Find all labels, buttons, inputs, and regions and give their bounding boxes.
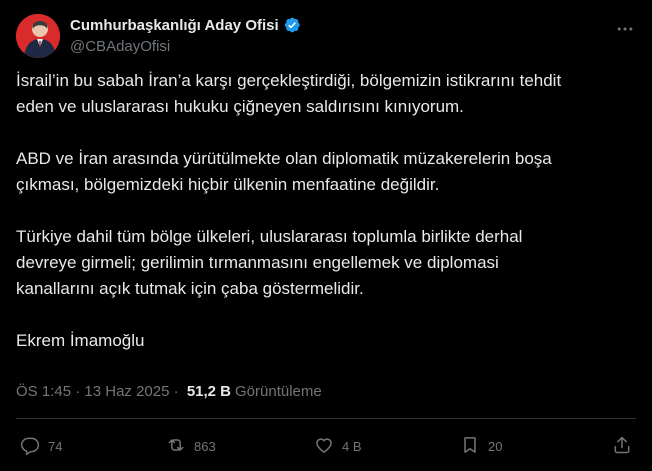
tweet-paragraph: İsrail’in bu sabah İran’a karşı gerçekle… bbox=[16, 71, 562, 116]
bookmark-icon bbox=[460, 435, 480, 458]
share-icon bbox=[612, 435, 632, 458]
tweet-time[interactable]: ÖS 1:45 bbox=[16, 383, 71, 400]
tweet-actions: 74 863 4 B 20 bbox=[16, 430, 636, 462]
views-label: Görüntüleme bbox=[235, 382, 322, 400]
author-display-name[interactable]: Cumhurbaşkanlığı Aday Ofisi bbox=[70, 17, 279, 34]
tweet-header: Cumhurbaşkanlığı Aday Ofisi @CBAdayOfisi bbox=[16, 12, 636, 60]
verified-badge-icon[interactable] bbox=[283, 16, 301, 34]
author-handle[interactable]: @CBAdayOfisi bbox=[70, 38, 301, 55]
share-button[interactable] bbox=[612, 435, 632, 458]
author-names: Cumhurbaşkanlığı Aday Ofisi @CBAdayOfisi bbox=[70, 14, 301, 55]
retweet-button[interactable]: 863 bbox=[166, 435, 216, 458]
tweet-signature: Ekrem İmamoğlu bbox=[16, 331, 145, 350]
views-count: 51,2 B bbox=[186, 382, 232, 400]
profile-avatar[interactable] bbox=[16, 14, 60, 58]
meta-separator: · bbox=[71, 382, 85, 400]
heart-icon bbox=[314, 435, 334, 458]
reply-count: 74 bbox=[48, 438, 63, 454]
reply-button[interactable]: 74 bbox=[20, 435, 62, 458]
tweet-card: Cumhurbaşkanlığı Aday Ofisi @CBAdayOfisi… bbox=[0, 0, 652, 471]
like-button[interactable]: 4 B bbox=[314, 435, 362, 458]
reply-icon bbox=[20, 435, 40, 458]
more-options-icon[interactable] bbox=[614, 18, 636, 40]
bookmark-button[interactable]: 20 bbox=[460, 435, 502, 458]
tweet-text: İsrail’in bu sabah İran’a karşı gerçekle… bbox=[16, 68, 636, 380]
tweet-paragraph: Türkiye dahil tüm bölge ülkeleri, ulusla… bbox=[16, 227, 523, 298]
tweet-meta: ÖS 1:45 · 13 Haz 2025 · 51,2 B Görüntüle… bbox=[16, 380, 636, 402]
like-count: 4 B bbox=[342, 438, 362, 454]
meta-separator: · bbox=[169, 382, 183, 400]
retweet-icon bbox=[166, 435, 186, 458]
bookmark-count: 20 bbox=[488, 438, 503, 454]
divider bbox=[16, 418, 636, 419]
retweet-count: 863 bbox=[194, 438, 216, 454]
tweet-paragraph: ABD ve İran arasında yürütülmekte olan d… bbox=[16, 149, 552, 194]
tweet-date[interactable]: 13 Haz 2025 bbox=[84, 383, 169, 400]
